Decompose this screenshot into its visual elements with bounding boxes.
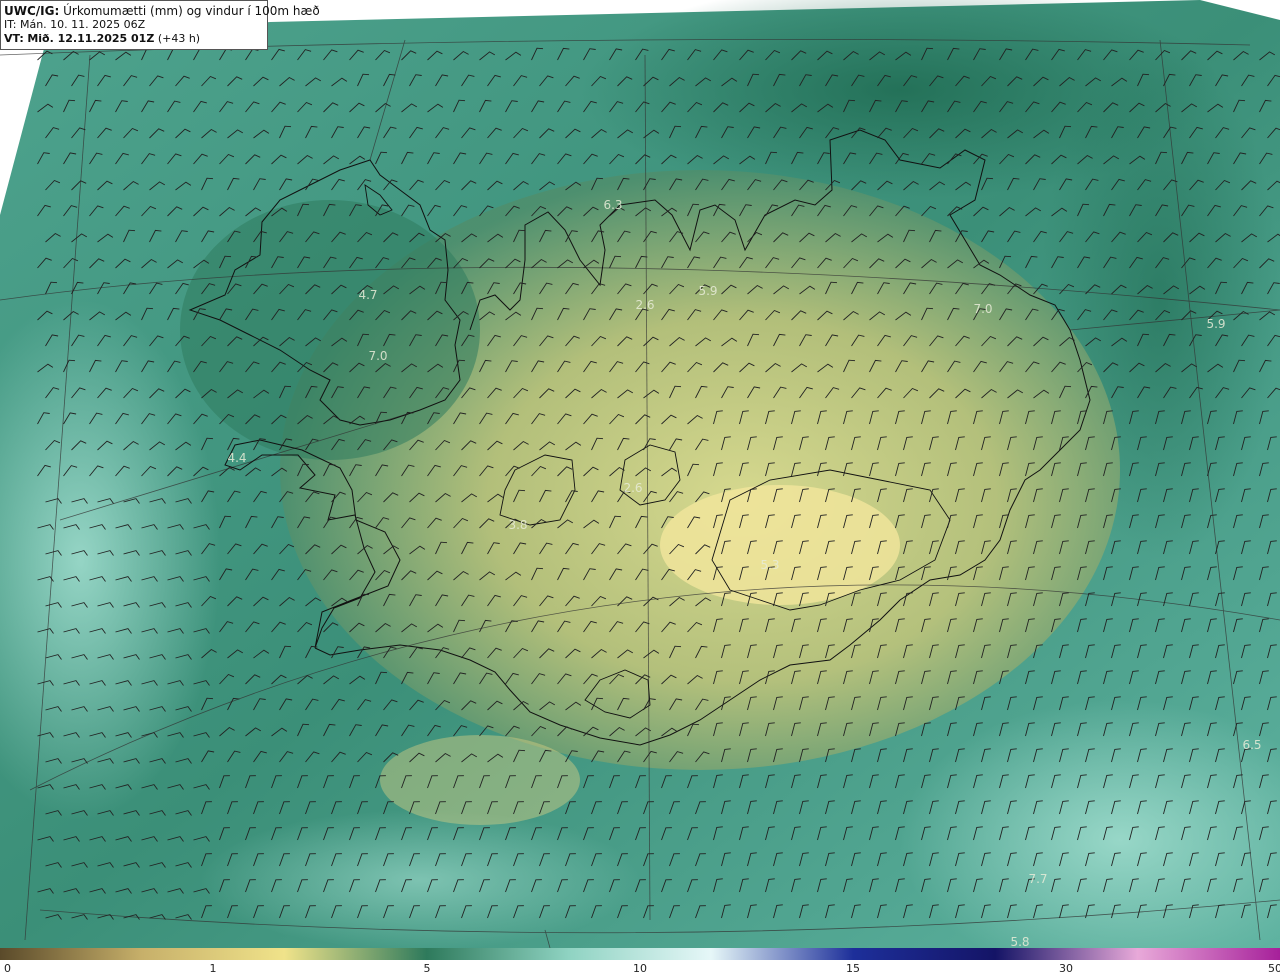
precip-field <box>180 200 480 460</box>
forecast-hour: (+43 h) <box>157 32 201 45</box>
colorbar-tick: 0 <box>4 962 11 975</box>
valid-time-prefix: VT: <box>4 32 24 45</box>
map-value-label: 7.0 <box>973 302 993 316</box>
map-value-label: 7.0 <box>368 349 388 363</box>
ocean-glow <box>200 810 640 948</box>
colorbar-labels: 0 1 5 10 15 30 50 <box>0 962 1280 978</box>
product-title: Úrkomumætti (mm) og vindur í 100m hæð <box>63 4 320 18</box>
map-canvas <box>0 0 1280 948</box>
valid-time: Mið. 12.11.2025 01Z <box>27 32 155 45</box>
map-value-label: 6.3 <box>603 198 623 212</box>
colorbar-tick: 15 <box>846 962 860 975</box>
chart-info-box: UWC/IG: Úrkomumætti (mm) og vindur í 100… <box>0 0 320 50</box>
colorbar-tick: 5 <box>423 962 431 975</box>
map-value-label: 5.8 <box>1010 935 1030 948</box>
colorbar-tick: 50 <box>1268 962 1280 975</box>
precip-field <box>660 485 900 605</box>
info-title-line: UWC/IG: Úrkomumætti (mm) og vindur í 100… <box>4 4 320 18</box>
model-prefix: UWC/IG: <box>4 4 60 18</box>
map-value-label: 4.7 <box>358 288 378 302</box>
init-time: IT: Mán. 10. 11. 2025 06Z <box>4 18 146 31</box>
map-value-label: 5.3 <box>760 558 780 572</box>
map-value-label: 7.7 <box>1028 872 1048 886</box>
map-value-label: 4.4 <box>227 451 247 465</box>
colorbar <box>0 948 1280 960</box>
colorbar-tick: 30 <box>1059 962 1073 975</box>
map-value-label: 2.6 <box>623 481 643 495</box>
valid-time-line: VT: Mið. 12.11.2025 01Z (+43 h) <box>4 32 264 46</box>
colorbar-tick: 10 <box>633 962 647 975</box>
map-value-label: 6.5 <box>1242 738 1262 752</box>
map-value-label: 5.9 <box>698 284 718 298</box>
map-area: 6.3 5.9 2.6 4.7 7.0 4.4 7.0 5.9 6.5 7.7 … <box>0 0 1280 948</box>
colorbar-tick: 1 <box>209 962 217 975</box>
map-value-label: 2.6 <box>635 298 655 312</box>
map-value-label: 3.8 <box>508 518 528 532</box>
map-value-label: 5.9 <box>1206 317 1226 331</box>
